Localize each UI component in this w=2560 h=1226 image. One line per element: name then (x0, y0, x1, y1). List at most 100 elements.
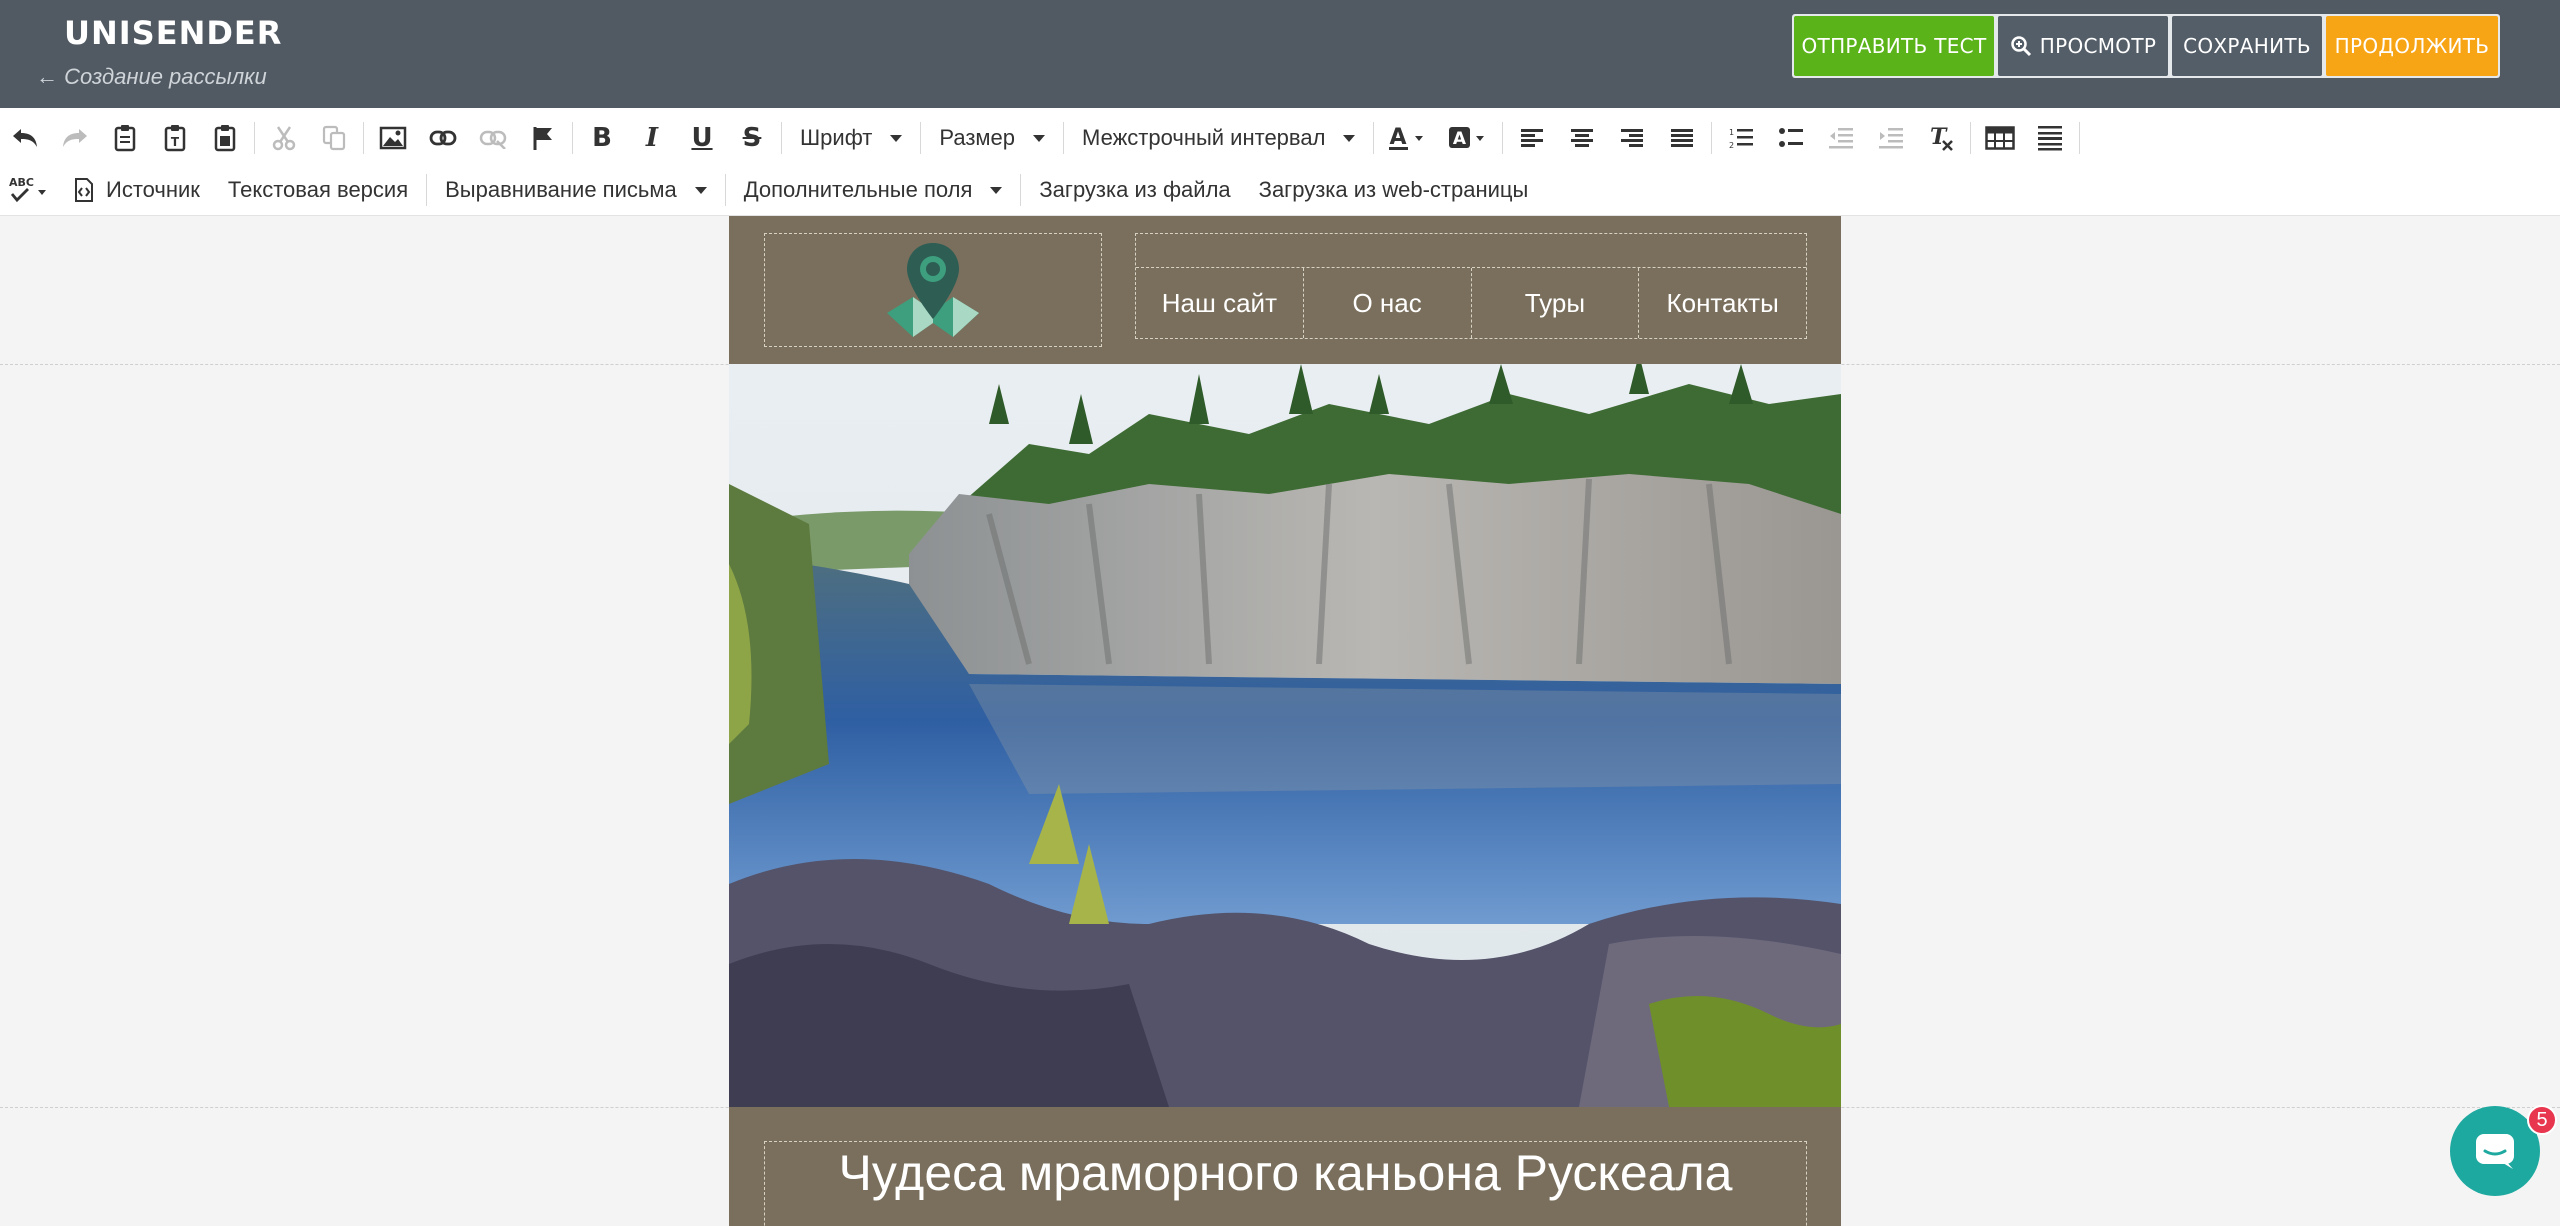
align-right-icon[interactable] (1607, 116, 1657, 160)
email-title-block[interactable]: Чудеса мраморного каньона Рускеала (729, 1107, 1841, 1226)
toolbar-separator (2079, 122, 2081, 154)
toolbar-separator (1063, 122, 1065, 154)
header-actions: ОТПРАВИТЬ ТЕСТ ПРОСМОТР СОХРАНИТЬ ПРОДОЛ… (1792, 14, 2500, 78)
toolbar-separator (724, 174, 726, 206)
outdent-icon[interactable] (1816, 116, 1866, 160)
source-button[interactable]: Источник (60, 168, 214, 212)
chevron-down-icon (890, 134, 903, 142)
toolbar-separator (572, 122, 573, 154)
send-test-button[interactable]: ОТПРАВИТЬ ТЕСТ (1794, 16, 1994, 76)
chevron-down-icon (694, 186, 707, 194)
nav-link-contacts[interactable]: Контакты (1639, 268, 1806, 338)
line-height-dropdown-label: Межстрочный интервал (1082, 125, 1326, 150)
nav-table-top-row (1136, 234, 1806, 268)
bullet-list-icon[interactable] (1766, 116, 1816, 160)
font-dropdown[interactable]: Шрифт (786, 116, 916, 160)
chevron-down-icon (1033, 134, 1046, 142)
unlink-icon[interactable] (468, 116, 518, 160)
size-dropdown[interactable]: Размер (925, 116, 1059, 160)
background-color-icon[interactable]: A (1438, 116, 1498, 160)
align-left-icon[interactable] (1507, 116, 1557, 160)
bold-button[interactable]: B (577, 116, 627, 160)
letter-align-label: Выравнивание письма (445, 177, 677, 202)
spellcheck-icon[interactable]: ABC (0, 168, 60, 212)
strikethrough-button[interactable]: S (727, 116, 777, 160)
svg-text:A: A (1390, 125, 1407, 150)
align-center-icon[interactable] (1557, 116, 1607, 160)
email-body: Наш сайт О нас Туры Контакты Чудеса мрам… (729, 216, 1841, 1226)
indent-icon[interactable] (1866, 116, 1916, 160)
svg-text:2: 2 (1729, 141, 1734, 150)
chat-bubble-icon (2476, 1134, 2514, 1169)
email-logo-cell[interactable] (764, 233, 1102, 347)
redo-icon[interactable] (50, 116, 100, 160)
chat-unread-badge: 5 (2527, 1105, 2557, 1135)
load-from-web-button[interactable]: Загрузка из web-страницы (1245, 168, 1543, 212)
text-version-button[interactable]: Текстовая версия (214, 168, 422, 212)
anchor-flag-icon[interactable] (518, 116, 568, 160)
toolbar-separator (254, 122, 255, 154)
clear-format-icon[interactable]: T (1916, 116, 1966, 160)
cut-icon[interactable] (259, 116, 309, 160)
toolbar-separator (1970, 122, 1972, 154)
preview-button[interactable]: ПРОСМОТР (1998, 16, 2168, 76)
load-from-file-button[interactable]: Загрузка из файла (1025, 168, 1244, 212)
extra-fields-dropdown[interactable]: Дополнительные поля (730, 168, 1017, 212)
toolbar-separator (1502, 122, 1504, 154)
underline-button[interactable]: U (677, 116, 727, 160)
paste-text-icon[interactable]: T (150, 116, 200, 160)
toolbar-row-1: T B I U S Шрифт Размер Межстрочный интер… (0, 114, 2084, 162)
text-color-icon[interactable]: A (1378, 116, 1438, 160)
undo-icon[interactable] (0, 116, 50, 160)
map-pin-logo-icon (887, 243, 979, 337)
unisender-logo[interactable]: UNISENDER (64, 14, 282, 52)
spellcheck-label: ABC (9, 176, 34, 189)
email-header-block[interactable]: Наш сайт О нас Туры Контакты (729, 216, 1841, 364)
line-height-dropdown[interactable]: Межстрочный интервал (1068, 116, 1369, 160)
extra-fields-label: Дополнительные поля (743, 177, 973, 202)
svg-text:A: A (1453, 129, 1467, 149)
zoom-icon (2011, 36, 2031, 57)
svg-text:T: T (171, 135, 180, 149)
toolbar-separator (920, 122, 922, 154)
source-label: Источник (106, 177, 200, 202)
align-justify-icon[interactable] (1657, 116, 1707, 160)
size-dropdown-label: Размер (939, 125, 1016, 150)
continue-button[interactable]: ПРОДОЛЖИТЬ (2326, 16, 2498, 76)
toolbar-separator (781, 122, 782, 154)
copy-icon[interactable] (309, 116, 359, 160)
source-code-icon (75, 178, 93, 202)
table-icon[interactable] (1975, 116, 2025, 160)
editor-canvas[interactable]: Наш сайт О нас Туры Контакты Чудеса мрам… (0, 216, 2560, 1226)
toolbar-separator (1711, 122, 1713, 154)
italic-button[interactable]: I (627, 116, 677, 160)
toolbar-separator (1020, 174, 1022, 206)
image-icon[interactable] (368, 116, 418, 160)
hero-landscape-image[interactable] (729, 364, 1841, 1107)
letter-align-dropdown[interactable]: Выравнивание письма (431, 168, 721, 212)
horizontal-line-icon[interactable] (2025, 116, 2075, 160)
nav-cells-row: Наш сайт О нас Туры Контакты (1136, 268, 1806, 338)
toolbar-separator (1373, 122, 1375, 154)
nav-link-about[interactable]: О нас (1304, 268, 1472, 338)
paste-icon[interactable] (100, 116, 150, 160)
editor-toolbar: T B I U S Шрифт Размер Межстрочный интер… (0, 108, 2560, 216)
nav-link-tours[interactable]: Туры (1472, 268, 1640, 338)
email-nav-table: Наш сайт О нас Туры Контакты (1135, 233, 1807, 339)
save-button[interactable]: СОХРАНИТЬ (2172, 16, 2322, 76)
toolbar-separator (426, 174, 428, 206)
svg-text:1: 1 (1729, 128, 1734, 137)
chevron-down-icon (1343, 134, 1356, 142)
toolbar-separator (363, 122, 364, 154)
nav-link-site[interactable]: Наш сайт (1136, 268, 1304, 338)
chevron-down-icon (990, 186, 1003, 194)
toolbar-row-2: ABC Источник Текстовая версия Выравниван… (0, 166, 1542, 214)
back-to-campaign-link[interactable]: ← Создание рассылки (36, 64, 267, 90)
email-title-cell[interactable]: Чудеса мраморного каньона Рускеала (764, 1141, 1807, 1226)
app-header: UNISENDER ← Создание рассылки ОТПРАВИТЬ … (0, 0, 2560, 108)
font-dropdown-label: Шрифт (800, 125, 873, 150)
numbered-list-icon[interactable]: 12 (1716, 116, 1766, 160)
paste-word-icon[interactable] (200, 116, 250, 160)
email-title[interactable]: Чудеса мраморного каньона Рускеала (839, 1144, 1733, 1226)
link-icon[interactable] (418, 116, 468, 160)
